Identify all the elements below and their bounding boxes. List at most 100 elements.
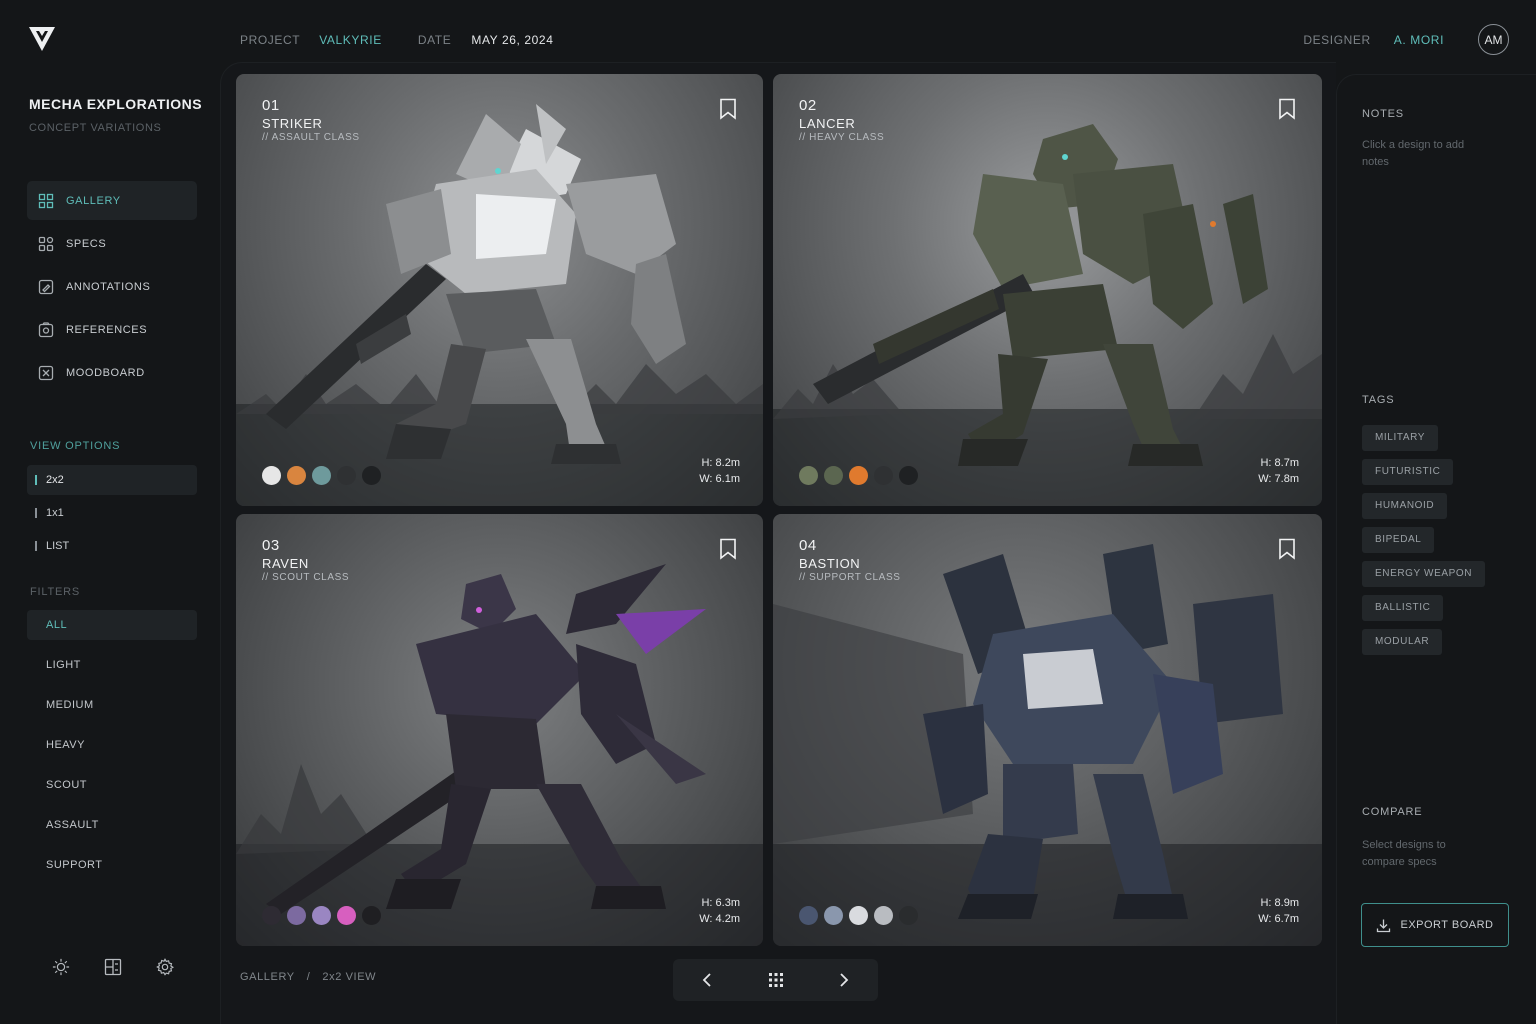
reference-icon xyxy=(38,321,54,338)
design-card-lancer[interactable]: 02 LANCER // HEAVY CLASS H: 8.7m W: 7.8m xyxy=(773,74,1322,506)
sidebar-item-label: REFERENCES xyxy=(66,323,148,336)
chevron-right-icon[interactable] xyxy=(834,970,854,990)
card-number: 02 xyxy=(799,97,817,114)
width-value: W: 6.7m xyxy=(1258,913,1299,925)
card-title: RAVEN xyxy=(262,556,309,571)
width-value: W: 6.1m xyxy=(699,473,740,485)
sidebar-item-annotations[interactable]: ANNOTATIONS xyxy=(27,267,197,306)
color-swatch xyxy=(899,466,918,485)
filters-heading: FILTERS xyxy=(30,586,81,598)
sidebar-item-moodboard[interactable]: MOODBOARD xyxy=(27,353,197,392)
tag-ballistic[interactable]: BALLISTIC xyxy=(1362,595,1444,621)
layout-icon[interactable] xyxy=(104,958,122,976)
filter-light[interactable]: LIGHT xyxy=(27,650,197,680)
height-value: H: 8.2m xyxy=(701,457,740,469)
height-value: H: 8.7m xyxy=(1260,457,1299,469)
view-option-2x2[interactable]: 2x2 xyxy=(27,465,197,495)
pager xyxy=(673,959,878,1001)
date-value: MAY 26, 2024 xyxy=(471,33,554,47)
designer-name: A. MORI xyxy=(1393,33,1444,47)
bookmark-icon[interactable] xyxy=(1278,98,1296,120)
export-board-button[interactable]: EXPORT BOARD xyxy=(1361,903,1509,947)
notes-hint: Click a design to add notes xyxy=(1362,139,1465,168)
sidebar-item-references[interactable]: REFERENCES xyxy=(27,310,197,349)
color-swatch xyxy=(312,466,331,485)
breadcrumb-root[interactable]: GALLERY xyxy=(240,971,295,983)
designer-label: DESIGNER xyxy=(1303,33,1371,47)
color-swatch xyxy=(899,906,918,925)
tag-bipedal[interactable]: BIPEDAL xyxy=(1362,527,1435,553)
color-swatch xyxy=(337,466,356,485)
tag-list: MILITARY FUTURISTIC HUMANOID BIPEDAL ENE… xyxy=(1362,425,1486,655)
board-subtitle: CONCEPT VARIATIONS xyxy=(29,122,162,134)
sidebar-item-label: MOODBOARD xyxy=(66,366,145,379)
card-class: // HEAVY CLASS xyxy=(799,132,885,143)
project-info: PROJECT VALKYRIE DATE MAY 26, 2024 xyxy=(240,33,554,47)
design-card-raven[interactable]: 03 RAVEN // SCOUT CLASS H: 6.3m W: 4.2m xyxy=(236,514,763,946)
filter-medium[interactable]: MEDIUM xyxy=(27,690,197,720)
height-value: H: 6.3m xyxy=(701,897,740,909)
width-value: W: 7.8m xyxy=(1258,473,1299,485)
sidebar-nav: GALLERY SPECS ANNOTATIONS REFERENCES MOO… xyxy=(27,181,197,396)
design-card-striker[interactable]: 01 STRIKER // ASSAULT CLASS H: 8.2m W: 6… xyxy=(236,74,763,506)
avatar[interactable]: AM xyxy=(1478,24,1509,55)
bookmark-icon[interactable] xyxy=(1278,538,1296,560)
sidebar-tools xyxy=(52,958,174,976)
project-label: PROJECT xyxy=(240,33,301,47)
card-title: STRIKER xyxy=(262,116,323,131)
tags-heading: TAGS xyxy=(1362,394,1395,406)
card-number: 01 xyxy=(262,97,280,114)
view-option-indicator xyxy=(35,541,37,551)
tag-military[interactable]: MILITARY xyxy=(1362,425,1438,451)
brand-logo-icon xyxy=(29,27,55,51)
grid-icon xyxy=(38,193,54,209)
sidebar-item-label: ANNOTATIONS xyxy=(66,280,151,293)
bookmark-icon[interactable] xyxy=(719,98,737,120)
card-title: BASTION xyxy=(799,556,861,571)
card-title: LANCER xyxy=(799,116,856,131)
breadcrumb-separator: / xyxy=(306,971,311,983)
view-options-list: 2x2 1x1 LIST xyxy=(27,465,197,564)
view-option-1x1[interactable]: 1x1 xyxy=(27,498,197,528)
card-number: 04 xyxy=(799,537,817,554)
filter-scout[interactable]: SCOUT xyxy=(27,770,197,800)
color-swatch xyxy=(287,906,306,925)
filter-assault[interactable]: ASSAULT xyxy=(27,810,197,840)
color-palette xyxy=(262,466,381,485)
design-card-bastion[interactable]: 04 BASTION // SUPPORT CLASS H: 8.9m W: 6… xyxy=(773,514,1322,946)
export-board-label: EXPORT BOARD xyxy=(1400,919,1494,931)
card-class: // ASSAULT CLASS xyxy=(262,132,360,143)
dimensions: H: 8.9m W: 6.7m xyxy=(1258,895,1299,927)
tag-energy-weapon[interactable]: ENERGY WEAPON xyxy=(1362,561,1486,587)
sun-icon[interactable] xyxy=(52,958,70,976)
view-option-list[interactable]: LIST xyxy=(27,531,197,561)
view-option-indicator xyxy=(35,475,37,485)
color-swatch xyxy=(287,466,306,485)
height-value: H: 8.9m xyxy=(1260,897,1299,909)
color-swatch xyxy=(824,466,843,485)
color-swatch xyxy=(312,906,331,925)
breadcrumb: GALLERY / 2x2 VIEW xyxy=(240,971,376,983)
color-swatch xyxy=(824,906,843,925)
tag-humanoid[interactable]: HUMANOID xyxy=(1362,493,1448,519)
bookmark-icon[interactable] xyxy=(719,538,737,560)
date-label: DATE xyxy=(417,33,452,47)
tag-futuristic[interactable]: FUTURISTIC xyxy=(1362,459,1454,485)
tag-modular[interactable]: MODULAR xyxy=(1362,629,1443,655)
annotation-icon xyxy=(38,279,54,295)
sidebar-item-gallery[interactable]: GALLERY xyxy=(27,181,197,220)
filter-heavy[interactable]: HEAVY xyxy=(27,730,197,760)
chevron-left-icon[interactable] xyxy=(697,970,717,990)
gallery-grid: 01 STRIKER // ASSAULT CLASS H: 8.2m W: 6… xyxy=(236,74,1322,946)
color-swatch xyxy=(337,906,356,925)
card-number: 03 xyxy=(262,537,280,554)
dimensions: H: 6.3m W: 4.2m xyxy=(699,895,740,927)
filter-all[interactable]: ALL xyxy=(27,610,197,640)
color-swatch xyxy=(874,466,893,485)
settings-gear-icon[interactable] xyxy=(156,958,174,976)
filter-support[interactable]: SUPPORT xyxy=(27,850,197,880)
card-class: // SCOUT CLASS xyxy=(262,572,350,583)
sidebar-item-specs[interactable]: SPECS xyxy=(27,224,197,263)
width-value: W: 4.2m xyxy=(699,913,740,925)
grid-dots-icon[interactable] xyxy=(766,970,786,990)
